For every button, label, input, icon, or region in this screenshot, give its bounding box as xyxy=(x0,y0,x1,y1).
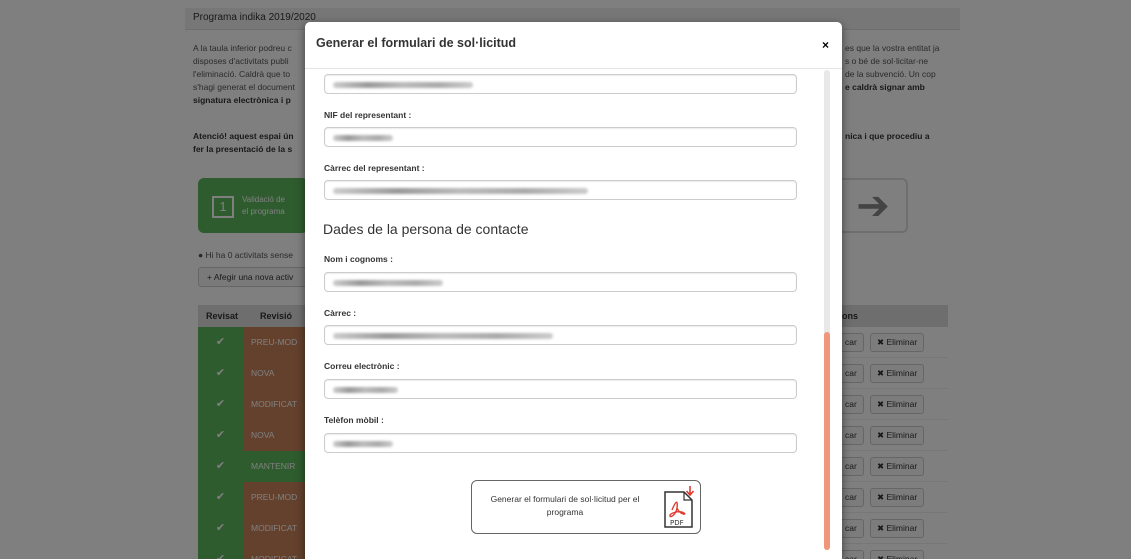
redacted-value xyxy=(333,135,393,141)
modal-header: Generar el formulari de sol·licitud × xyxy=(305,22,842,69)
carrec-representant-label: Càrrec del representant : xyxy=(324,163,425,173)
generate-form-button[interactable]: Generar el formulari de sol·licitud per … xyxy=(471,480,701,534)
close-icon[interactable]: × xyxy=(822,38,829,52)
generate-form-label: Generar el formulari de sol·licitud per … xyxy=(490,494,640,517)
pdf-icon-text: PDF xyxy=(670,519,684,527)
telefon-field[interactable] xyxy=(324,433,797,453)
correu-field[interactable] xyxy=(324,379,797,399)
pdf-icon: PDF xyxy=(664,486,695,528)
representant-name-field[interactable] xyxy=(324,74,797,94)
redacted-value xyxy=(333,82,473,88)
modal-title: Generar el formulari de sol·licitud xyxy=(316,36,517,50)
redacted-value xyxy=(333,188,588,194)
correu-label: Correu electrònic : xyxy=(324,361,400,371)
generate-form-modal: Generar el formulari de sol·licitud × NI… xyxy=(305,22,842,559)
modal-body: NIF del representant : Càrrec del repres… xyxy=(305,70,842,559)
redacted-value xyxy=(333,387,398,393)
telefon-label: Telèfon mòbil : xyxy=(324,415,384,425)
redacted-value xyxy=(333,441,393,447)
nom-field[interactable] xyxy=(324,272,797,292)
carrec-representant-field[interactable] xyxy=(324,180,797,200)
nif-field[interactable] xyxy=(324,127,797,147)
carrec-field[interactable] xyxy=(324,325,797,345)
nom-label: Nom i cognoms : xyxy=(324,254,393,264)
modal-scrollbar-thumb[interactable] xyxy=(824,332,830,550)
nif-label: NIF del representant : xyxy=(324,110,412,120)
redacted-value xyxy=(333,333,553,339)
redacted-value xyxy=(333,280,443,286)
contact-section-title: Dades de la persona de contacte xyxy=(323,221,529,237)
carrec-label: Càrrec : xyxy=(324,308,357,318)
